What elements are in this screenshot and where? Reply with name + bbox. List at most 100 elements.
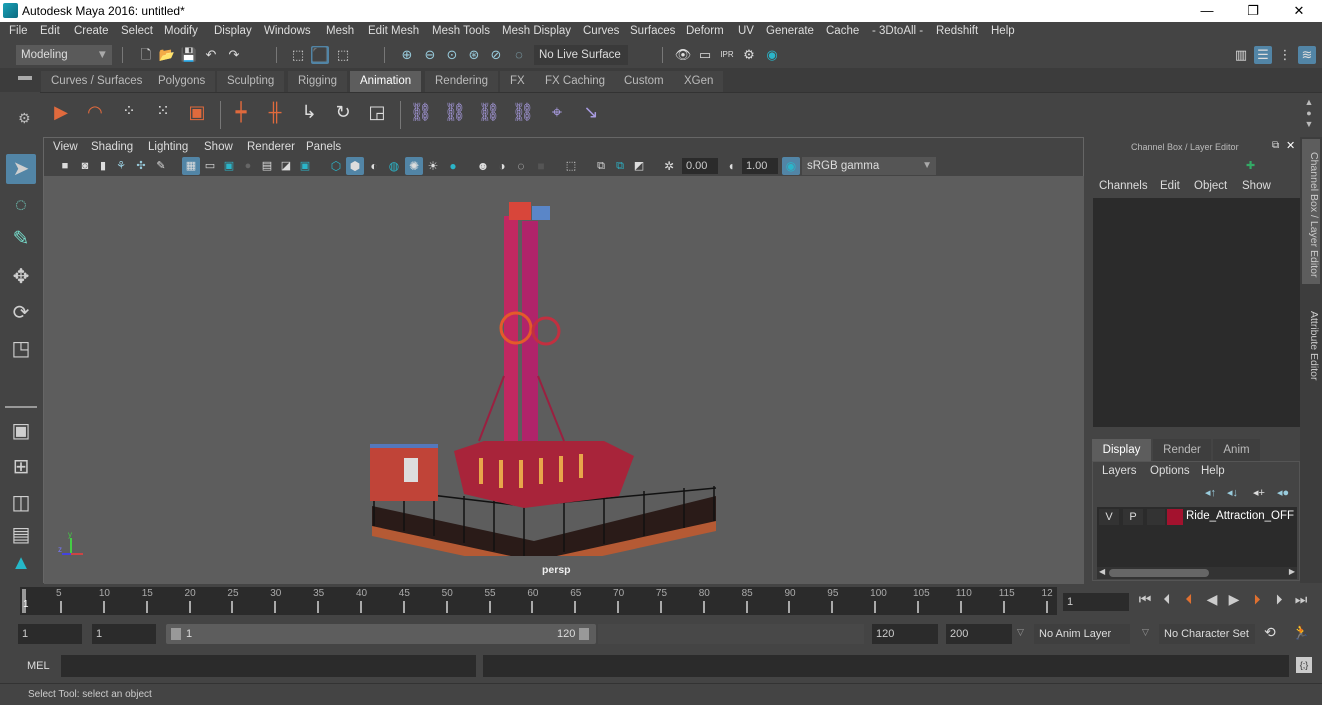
gamma-icon[interactable]: ◖ xyxy=(722,157,740,175)
manipulator-icon[interactable]: ✚ xyxy=(1246,159,1260,173)
shelf-scroll[interactable]: ▲ ● ▼ xyxy=(1302,97,1316,130)
menu-create[interactable]: Create xyxy=(74,25,109,37)
modeling-toolkit-icon[interactable]: ▥ xyxy=(1232,46,1250,64)
film-gate-icon[interactable]: ▭ xyxy=(201,157,219,175)
four-view-layout-icon[interactable]: ⊞ xyxy=(6,452,36,482)
render-settings-icon[interactable]: ⚙ xyxy=(740,46,758,64)
layer-color-swatch[interactable] xyxy=(1167,509,1183,525)
ghost-icon[interactable]: ⁙ xyxy=(150,103,176,127)
shelf-menu-icon[interactable] xyxy=(18,76,32,80)
hypershade-icon[interactable]: ◉ xyxy=(763,46,781,64)
lasso-tool-icon[interactable]: ◌ xyxy=(6,190,36,220)
translate-key-icon[interactable]: ↳ xyxy=(296,103,322,127)
scrollbar-thumb[interactable] xyxy=(1109,569,1209,577)
close-button[interactable]: ✕ xyxy=(1276,0,1322,22)
menu-mesh-tools[interactable]: Mesh Tools xyxy=(432,25,490,37)
menu-modify[interactable]: Modify xyxy=(164,25,198,37)
range-start-handle[interactable] xyxy=(171,628,181,640)
shelf-settings-gear-icon[interactable]: ⚙ xyxy=(18,110,31,127)
step-forward-frame-button[interactable]: ⏵ xyxy=(1268,591,1290,608)
point-constraint-icon[interactable]: ⛓ xyxy=(442,103,468,127)
channel-edit-menu[interactable]: Edit xyxy=(1160,180,1180,192)
anti-aliasing-icon[interactable]: ◌ xyxy=(512,157,530,175)
shadows-icon[interactable]: ● xyxy=(444,157,462,175)
close-panel-icon[interactable]: ✕ xyxy=(1286,139,1295,152)
bookmark-icon[interactable]: ▮ xyxy=(94,157,112,175)
tab-custom[interactable]: Custom xyxy=(614,71,675,92)
range-end-handle[interactable] xyxy=(579,628,589,640)
menu-surfaces[interactable]: Surfaces xyxy=(630,25,675,37)
textured-icon[interactable]: ✺ xyxy=(405,157,423,175)
channel-box-toggle-icon[interactable]: ≋ xyxy=(1298,46,1316,64)
wireframe-icon[interactable]: ⬡ xyxy=(327,157,345,175)
layer-visibility-toggle[interactable]: V xyxy=(1099,509,1119,525)
character-set-dropdown-icon[interactable]: ▽ xyxy=(1142,627,1149,638)
view-transform-dropdown[interactable]: sRGB gamma ▼ xyxy=(802,157,936,175)
menu-file[interactable]: File xyxy=(9,25,28,37)
motion-trail-icon[interactable]: ▣ xyxy=(184,103,210,127)
snap-grid-icon[interactable]: ⊕ xyxy=(398,46,416,64)
tab-attribute-editor[interactable]: Attribute Editor xyxy=(1302,293,1320,393)
backface-culling-icon[interactable]: ◩ xyxy=(630,157,648,175)
menu-display[interactable]: Display xyxy=(214,25,252,37)
tab-fx[interactable]: FX xyxy=(500,71,536,92)
tab-display[interactable]: Display xyxy=(1092,439,1151,461)
animation-start-field[interactable]: 1 xyxy=(18,624,82,644)
scale-tool-icon[interactable]: ◳ xyxy=(6,334,36,364)
render-view-icon[interactable]: 👁 xyxy=(674,46,692,64)
go-to-end-button[interactable]: ⏭ xyxy=(1290,591,1312,608)
depth-of-field-icon[interactable]: ■ xyxy=(532,157,550,175)
move-layer-down-icon[interactable]: ◂↓ xyxy=(1227,486,1238,499)
tab-render[interactable]: Render xyxy=(1153,439,1211,461)
move-layer-up-icon[interactable]: ◂↑ xyxy=(1205,486,1216,499)
persp-outliner-layout-icon[interactable]: ◫ xyxy=(6,488,36,518)
anim-layer-dropdown[interactable]: No Anim Layer xyxy=(1034,624,1130,644)
scroll-left-icon[interactable]: ◀ xyxy=(1099,567,1105,576)
persp-graph-layout-icon[interactable]: ▤ xyxy=(6,520,36,550)
anim-layer-dropdown-icon[interactable]: ▽ xyxy=(1017,627,1024,638)
animation-preferences-icon[interactable]: 🏃 xyxy=(1292,624,1309,641)
step-back-frame-button[interactable]: ⏴ xyxy=(1156,591,1178,608)
time-slider[interactable]: 1 5 10 15 20 25 30 35 40 45 50 55 60 65 70 75 80 85 90 95 1… xyxy=(20,587,1057,615)
menu-mesh-display[interactable]: Mesh Display xyxy=(502,25,571,37)
xray-icon[interactable]: ◍ xyxy=(385,157,403,175)
maximize-button[interactable]: ❐ xyxy=(1230,0,1276,22)
play-backwards-button[interactable]: ◀ xyxy=(1201,591,1223,608)
redo-icon[interactable]: ↷ xyxy=(225,46,243,64)
new-scene-icon[interactable]: 🗋 xyxy=(137,46,155,64)
options-menu[interactable]: Options xyxy=(1150,465,1190,477)
menu-deform[interactable]: Deform xyxy=(686,25,724,37)
set-driven-key-icon[interactable]: ◠ xyxy=(82,103,108,127)
viewport-menu-view[interactable]: View xyxy=(53,141,78,153)
tab-polygons[interactable]: Polygons xyxy=(148,71,217,92)
viewport-menu-lighting[interactable]: Lighting xyxy=(148,141,188,153)
screen-space-ao-icon[interactable]: ☻ xyxy=(474,157,492,175)
tab-animation[interactable]: Animation xyxy=(350,71,423,92)
menu-edit-mesh[interactable]: Edit Mesh xyxy=(368,25,419,37)
tab-sculpting[interactable]: Sculpting xyxy=(217,71,286,92)
layer-name[interactable]: Ride_Attraction_OFF xyxy=(1186,510,1294,522)
parent-constraint-icon[interactable]: ⛓ xyxy=(408,103,434,127)
auto-key-icon[interactable]: ⟲ xyxy=(1264,624,1276,641)
menu-help[interactable]: Help xyxy=(991,25,1015,37)
select-hierarchy-icon[interactable]: ⬚ xyxy=(289,46,307,64)
select-component-icon[interactable]: ⬚ xyxy=(334,46,352,64)
gamma-field[interactable]: 1.00 xyxy=(742,158,778,174)
single-perspective-layout-icon[interactable]: ▣ xyxy=(6,416,36,446)
channels-menu[interactable]: Channels xyxy=(1099,180,1148,192)
xray-active-icon[interactable]: ⧉ xyxy=(611,157,629,175)
xray-joints-icon[interactable]: ⧉ xyxy=(592,157,610,175)
tool-settings-toggle-icon[interactable]: ⋮ xyxy=(1276,46,1294,64)
orient-constraint-icon[interactable]: ⛓ xyxy=(476,103,502,127)
set-breakdown-icon[interactable]: ╫ xyxy=(262,103,288,127)
create-clip-icon[interactable]: ⁘ xyxy=(116,103,142,127)
wireframe-on-shaded-icon[interactable]: ◐ xyxy=(365,157,383,175)
layer-display-type-toggle[interactable] xyxy=(1147,509,1165,525)
exposure-field[interactable]: 0.00 xyxy=(682,158,718,174)
attribute-editor-toggle-icon[interactable]: ☰ xyxy=(1254,46,1272,64)
render-current-frame-icon[interactable]: ▭ xyxy=(696,46,714,64)
create-layer-from-selected-icon[interactable]: ◂● xyxy=(1277,486,1289,499)
menu-set-dropdown[interactable]: Modeling ▼ xyxy=(16,45,112,65)
layers-menu[interactable]: Layers xyxy=(1102,465,1137,477)
paint-select-tool-icon[interactable]: ✎ xyxy=(6,224,36,254)
